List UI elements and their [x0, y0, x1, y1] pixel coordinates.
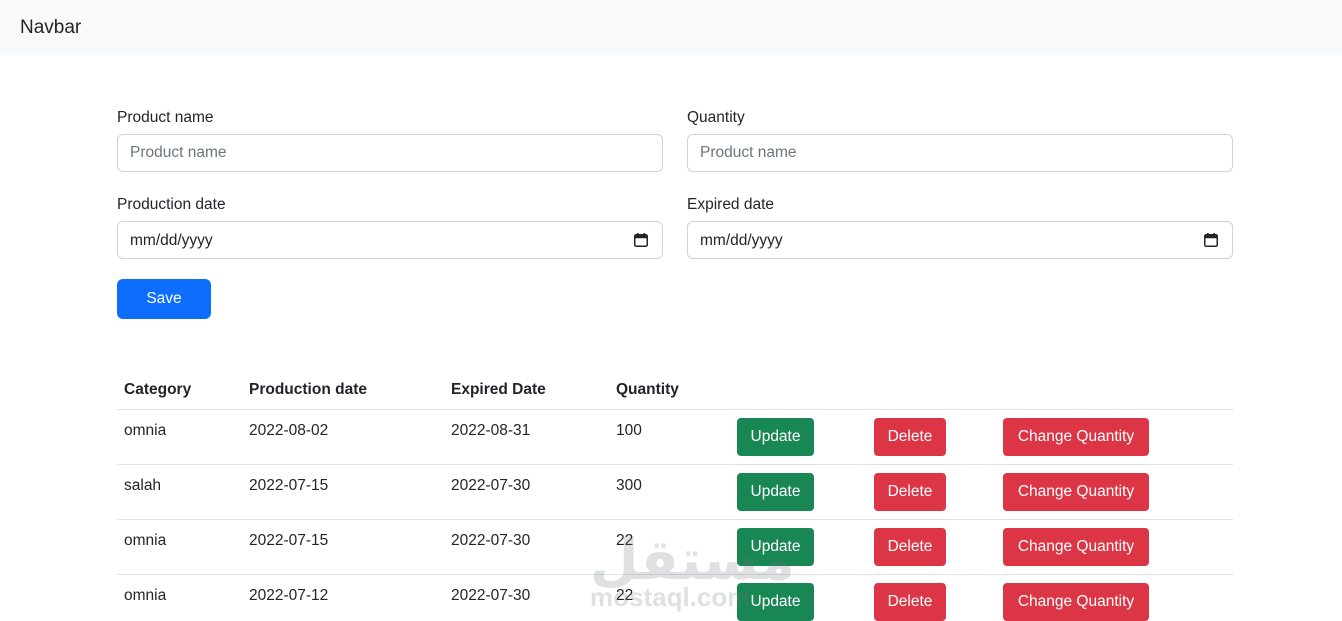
- change-quantity-button[interactable]: Change Quantity: [1003, 528, 1149, 566]
- cell-quantity: 22: [616, 587, 634, 604]
- navbar: Navbar: [0, 0, 1342, 55]
- production-date-input[interactable]: mm/dd/yyyy: [117, 221, 663, 259]
- header-production-date: Production date: [249, 381, 367, 398]
- cell-production-date: 2022-07-15: [249, 532, 329, 549]
- product-name-input[interactable]: [117, 134, 663, 172]
- quantity-label: Quantity: [687, 109, 745, 126]
- header-expired-date: Expired Date: [451, 381, 546, 398]
- cell-expired-date: 2022-08-31: [451, 422, 531, 439]
- change-quantity-button[interactable]: Change Quantity: [1003, 473, 1149, 511]
- update-button[interactable]: Update: [737, 473, 814, 511]
- delete-button[interactable]: Delete: [874, 528, 946, 566]
- cell-expired-date: 2022-07-30: [451, 532, 531, 549]
- header-divider: [117, 409, 1233, 410]
- watermark-latin: mostaql.com: [590, 582, 751, 612]
- cell-quantity: 22: [616, 532, 634, 549]
- expired-date-input[interactable]: mm/dd/yyyy: [687, 221, 1233, 259]
- cell-category: omnia: [124, 532, 167, 549]
- cell-expired-date: 2022-07-30: [451, 587, 531, 604]
- update-button[interactable]: Update: [737, 418, 814, 456]
- navbar-brand[interactable]: Navbar: [20, 16, 81, 40]
- change-quantity-button[interactable]: Change Quantity: [1003, 583, 1149, 621]
- cell-expired-date: 2022-07-30: [451, 477, 531, 494]
- production-date-label: Production date: [117, 196, 226, 213]
- cell-quantity: 100: [616, 422, 642, 439]
- delete-button[interactable]: Delete: [874, 418, 946, 456]
- calendar-icon[interactable]: [634, 233, 648, 247]
- expired-date-label: Expired date: [687, 196, 775, 213]
- header-category: Category: [124, 381, 192, 398]
- row-divider: [117, 464, 1233, 465]
- cell-category: omnia: [124, 422, 167, 439]
- save-button[interactable]: Save: [117, 279, 211, 319]
- row-divider: [117, 519, 1233, 520]
- calendar-icon[interactable]: [1204, 233, 1218, 247]
- header-quantity: Quantity: [616, 381, 679, 398]
- delete-button[interactable]: Delete: [874, 583, 946, 621]
- cell-category: salah: [124, 477, 162, 494]
- delete-button[interactable]: Delete: [874, 473, 946, 511]
- quantity-input[interactable]: [687, 134, 1233, 172]
- production-date-value: mm/dd/yyyy: [130, 232, 213, 249]
- cell-production-date: 2022-07-12: [249, 587, 329, 604]
- update-button[interactable]: Update: [737, 528, 814, 566]
- row-divider: [117, 574, 1233, 575]
- cell-production-date: 2022-08-02: [249, 422, 329, 439]
- cell-production-date: 2022-07-15: [249, 477, 329, 494]
- expired-date-value: mm/dd/yyyy: [700, 232, 783, 249]
- change-quantity-button[interactable]: Change Quantity: [1003, 418, 1149, 456]
- cell-category: omnia: [124, 587, 167, 604]
- update-button[interactable]: Update: [737, 583, 814, 621]
- cell-quantity: 300: [616, 477, 642, 494]
- product-name-label: Product name: [117, 109, 214, 126]
